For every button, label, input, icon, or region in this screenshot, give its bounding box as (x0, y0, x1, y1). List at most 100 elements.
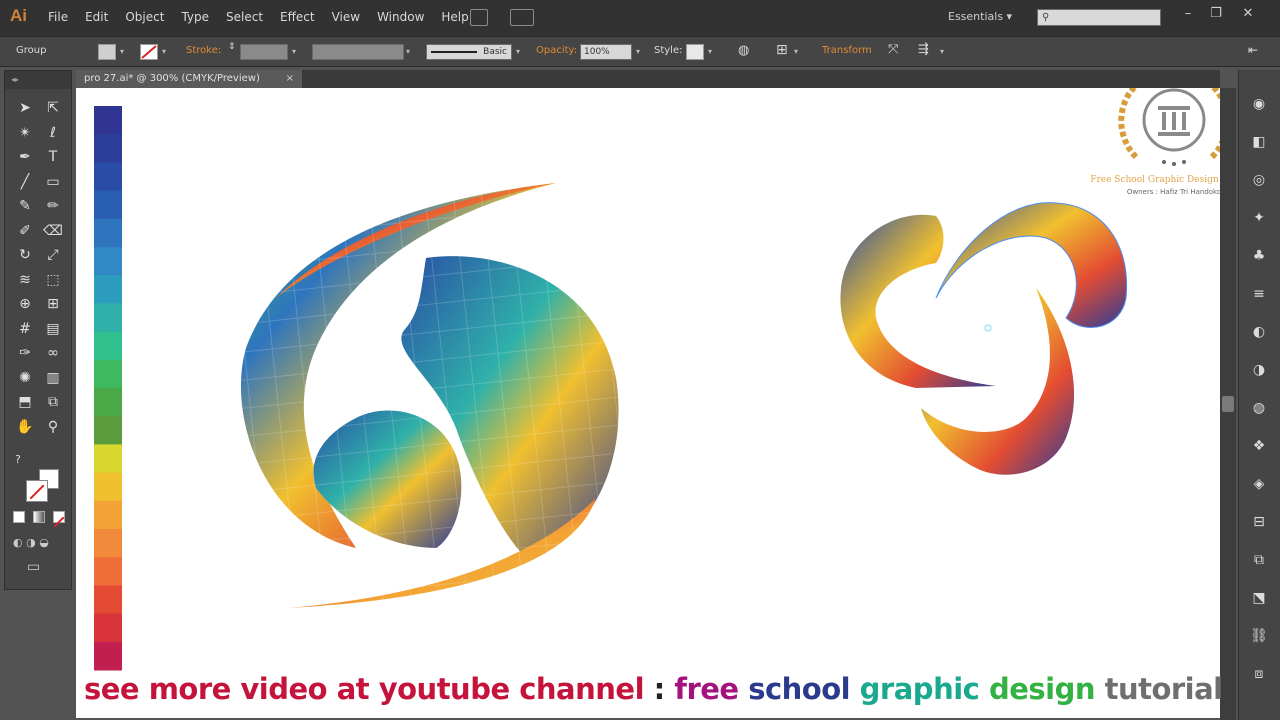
palette-swatch[interactable] (94, 416, 122, 445)
s-logo[interactable] (236, 178, 636, 618)
column-graph-tool-icon[interactable]: ▥ (41, 367, 65, 389)
fill-swatch[interactable] (98, 44, 116, 60)
palette-swatch[interactable] (94, 472, 122, 502)
palette-swatch[interactable] (94, 359, 122, 389)
close-icon[interactable]: ✕ (1240, 6, 1256, 22)
width-tool-icon[interactable]: ≋ (13, 269, 37, 291)
links-icon[interactable]: ⛓ (1249, 626, 1269, 646)
free-transform-tool-icon[interactable]: ⬚ (41, 269, 65, 291)
chevron-down-icon[interactable]: ▾ (708, 47, 712, 56)
align-icon[interactable]: ⊟ (1249, 512, 1269, 532)
opacity-label[interactable]: Opacity: (536, 45, 577, 56)
magic-wand-tool-icon[interactable]: ✴ (13, 122, 37, 144)
eyedropper-tool-icon[interactable]: ✑ (13, 342, 37, 364)
chevron-down-icon[interactable]: ▾ (406, 47, 410, 56)
gradient-mode-icon[interactable] (33, 511, 45, 523)
selection-tool-icon[interactable]: ➤ (13, 97, 37, 119)
shape-builder-tool-icon[interactable]: ⊕ (13, 293, 37, 315)
palette-swatch[interactable] (94, 388, 122, 417)
palette-swatch[interactable] (94, 106, 122, 135)
twist-logo[interactable] (840, 202, 1128, 475)
search-input[interactable]: ⚲ (1037, 9, 1161, 26)
fill-stroke-swatches[interactable] (26, 469, 59, 502)
twist-logo-top-arm-selected[interactable] (935, 202, 1128, 328)
align-icon[interactable]: ⊞ (776, 42, 788, 58)
pathfinder-icon[interactable]: ⧉ (1249, 550, 1269, 570)
stroke-swatch[interactable] (140, 44, 158, 60)
stroke-label[interactable]: Stroke: (186, 45, 221, 56)
isolate-group-icon[interactable]: ⤧ (888, 42, 898, 57)
arrange-documents-icon[interactable] (510, 9, 534, 26)
chevron-down-icon[interactable]: ▾ (120, 47, 124, 56)
transform-link[interactable]: Transform (822, 45, 872, 56)
symbols-icon[interactable]: ♣ (1249, 246, 1269, 266)
palette-swatch[interactable] (94, 134, 122, 163)
palette-swatch[interactable] (94, 190, 122, 220)
palette-swatch[interactable] (94, 218, 122, 248)
gradient-tool-icon[interactable]: ▤ (41, 318, 65, 340)
scale-tool-icon[interactable]: ⤢ (41, 244, 65, 266)
menu-file[interactable]: File (48, 10, 68, 24)
graphic-style-swatch[interactable] (686, 44, 704, 60)
palette-swatch[interactable] (94, 529, 122, 558)
chevron-down-icon[interactable]: ▾ (516, 47, 520, 56)
palette-swatch[interactable] (94, 331, 122, 361)
paintbrush-tool-icon[interactable]: ✎ (13, 195, 37, 217)
menu-object[interactable]: Object (125, 10, 164, 24)
variable-width-profile[interactable] (312, 44, 404, 60)
menu-help[interactable]: Help (441, 10, 468, 24)
pencil-tool-icon[interactable]: ✏ (41, 195, 65, 217)
blend-tool-icon[interactable]: ∞ (41, 342, 65, 364)
stroke-swatch-large[interactable] (26, 480, 48, 502)
rotate-tool-icon[interactable]: ↻ (13, 244, 37, 266)
default-colors-icon[interactable]: ? (15, 453, 29, 467)
color-guide-icon[interactable]: ◉ (1249, 94, 1269, 114)
transparency-icon[interactable]: ◑ (1249, 360, 1269, 380)
color-palette-strip[interactable] (94, 106, 122, 671)
menu-effect[interactable]: Effect (280, 10, 315, 24)
palette-swatch[interactable] (94, 303, 122, 333)
menu-view[interactable]: View (332, 10, 360, 24)
minimize-icon[interactable]: – (1180, 6, 1196, 22)
color-mode-icon[interactable] (13, 511, 25, 523)
palette-swatch[interactable] (94, 275, 122, 304)
workspace-switcher[interactable]: Essentials ▾ (948, 10, 1012, 23)
palette-swatch[interactable] (94, 641, 122, 671)
palette-swatch[interactable] (94, 613, 122, 643)
appearance-icon[interactable]: ◍ (1249, 398, 1269, 418)
chevron-down-icon[interactable]: ▾ (162, 47, 166, 56)
restore-icon[interactable]: ❐ (1208, 6, 1224, 22)
drawing-modes-icon[interactable]: ◐ ◑ ◒ (13, 536, 49, 549)
close-tab-icon[interactable]: × (286, 70, 294, 88)
artboard-canvas[interactable]: Free School Graphic Design Tutorial Owne… (76, 88, 1220, 718)
rectangle-tool-icon[interactable]: ▭ (41, 171, 65, 193)
scrollbar-thumb[interactable] (1222, 396, 1234, 412)
palette-swatch[interactable] (94, 500, 122, 530)
eraser-tool-icon[interactable]: ⌫ (41, 220, 65, 242)
color-icon[interactable]: ◧ (1249, 132, 1269, 152)
type-tool-icon[interactable]: T (41, 146, 65, 168)
screen-mode-icon[interactable]: ▭ (27, 559, 40, 575)
opacity-field[interactable]: 100% (580, 44, 632, 60)
palette-swatch[interactable] (94, 557, 122, 586)
chevron-down-icon[interactable]: ▾ (940, 47, 944, 56)
mesh-tool-icon[interactable]: # (13, 318, 37, 340)
direct-selection-tool-icon[interactable]: ⇱ (41, 97, 65, 119)
artboard-tool-icon[interactable]: ⬒ (13, 391, 37, 413)
swatches-icon[interactable]: ◎ (1249, 170, 1269, 190)
symbol-sprayer-tool-icon[interactable]: ✺ (13, 367, 37, 389)
menu-edit[interactable]: Edit (85, 10, 108, 24)
zoom-tool-icon[interactable]: ⚲ (41, 416, 65, 438)
panel-grip[interactable]: ◂▸ (5, 71, 71, 89)
palette-swatch[interactable] (94, 247, 122, 276)
palette-swatch[interactable] (94, 444, 122, 474)
graphic-styles-icon[interactable]: ❖ (1249, 436, 1269, 456)
pen-tool-icon[interactable]: ✒ (13, 146, 37, 168)
vertical-scrollbar[interactable] (1220, 88, 1236, 720)
menu-type[interactable]: Type (181, 10, 209, 24)
blob-brush-tool-icon[interactable]: ✐ (13, 220, 37, 242)
hand-tool-icon[interactable]: ✋ (13, 416, 37, 438)
menu-window[interactable]: Window (377, 10, 424, 24)
stroke-stepper-icon[interactable]: ⇕ (228, 42, 236, 52)
panel-menu-icon[interactable]: ⇤ (1248, 43, 1258, 57)
